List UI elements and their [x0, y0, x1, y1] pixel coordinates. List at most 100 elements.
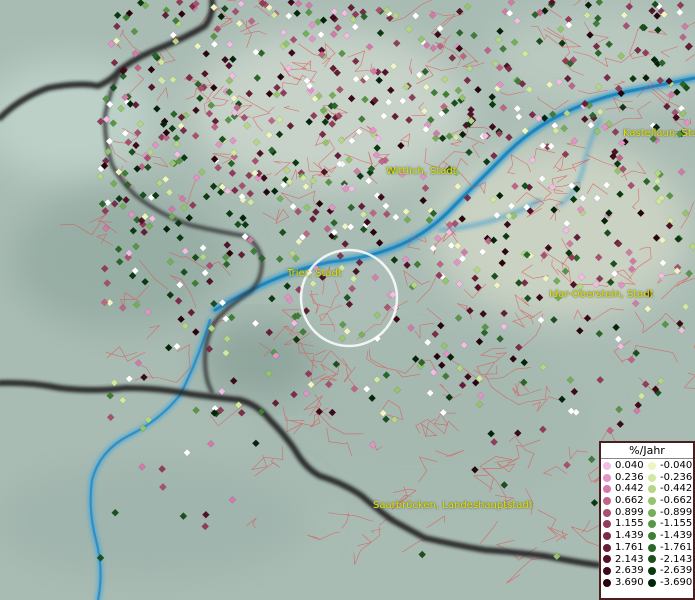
station-marker[interactable] — [596, 376, 605, 384]
station-marker[interactable] — [575, 326, 584, 335]
station-marker[interactable] — [513, 104, 522, 113]
station-marker[interactable] — [185, 73, 194, 82]
station-marker[interactable] — [223, 187, 232, 196]
station-marker[interactable] — [275, 255, 284, 263]
station-marker[interactable] — [246, 198, 255, 207]
station-marker[interactable] — [369, 209, 378, 217]
station-marker[interactable] — [234, 220, 242, 229]
station-marker[interactable] — [175, 0, 184, 6]
station-marker[interactable] — [351, 23, 360, 31]
station-marker[interactable] — [315, 199, 324, 208]
station-marker[interactable] — [121, 169, 129, 178]
station-marker[interactable] — [648, 6, 656, 15]
station-marker[interactable] — [528, 110, 537, 119]
station-marker[interactable] — [262, 188, 271, 196]
station-marker[interactable] — [125, 374, 134, 383]
station-marker[interactable] — [290, 319, 299, 328]
station-marker[interactable] — [455, 28, 464, 37]
place-label-wittlich[interactable]: Wittlich, Stadt — [386, 166, 457, 177]
station-marker[interactable] — [330, 219, 338, 227]
station-marker[interactable] — [418, 550, 427, 559]
station-marker[interactable] — [346, 223, 355, 231]
station-marker[interactable] — [246, 189, 255, 198]
station-marker[interactable] — [172, 140, 181, 149]
station-marker[interactable] — [488, 100, 497, 109]
station-marker[interactable] — [411, 12, 420, 20]
station-marker[interactable] — [294, 0, 303, 8]
station-marker[interactable] — [147, 83, 156, 92]
station-marker[interactable] — [688, 242, 695, 251]
station-marker[interactable] — [402, 207, 410, 216]
station-marker[interactable] — [663, 102, 671, 111]
place-label-kastellaun[interactable]: Kastellaun, Stadt — [623, 128, 695, 139]
place-label-idar-oberstein[interactable]: Idar-Oberstein, Stadt — [549, 289, 654, 300]
station-marker[interactable] — [677, 168, 686, 176]
station-marker[interactable] — [375, 239, 384, 247]
station-marker[interactable] — [247, 17, 256, 26]
station-marker[interactable] — [231, 7, 240, 16]
station-marker[interactable] — [463, 76, 472, 85]
station-marker[interactable] — [109, 179, 118, 188]
station-marker[interactable] — [347, 3, 356, 12]
station-marker[interactable] — [382, 202, 390, 210]
station-marker[interactable] — [463, 2, 472, 11]
station-marker[interactable] — [170, 110, 178, 118]
station-marker[interactable] — [161, 11, 170, 20]
station-marker[interactable] — [483, 46, 492, 55]
station-marker[interactable] — [113, 11, 122, 20]
station-marker[interactable] — [584, 1, 593, 9]
station-marker[interactable] — [303, 203, 311, 212]
station-marker[interactable] — [615, 405, 623, 414]
station-marker[interactable] — [113, 22, 121, 31]
station-marker[interactable] — [173, 150, 182, 159]
station-marker[interactable] — [606, 426, 615, 435]
station-marker[interactable] — [210, 32, 218, 41]
station-marker[interactable] — [177, 10, 186, 18]
station-marker[interactable] — [676, 1, 685, 10]
station-marker[interactable] — [614, 335, 623, 343]
station-marker[interactable] — [164, 343, 173, 352]
place-label-saarbruecken[interactable]: Saarbrücken, Landeshauptstadt — [373, 500, 533, 511]
station-marker[interactable] — [225, 40, 234, 49]
station-marker[interactable] — [661, 320, 670, 329]
station-marker[interactable] — [238, 181, 247, 190]
station-marker[interactable] — [237, 250, 246, 259]
map-layer[interactable] — [0, 0, 695, 600]
station-marker[interactable] — [270, 187, 279, 196]
place-label-trier[interactable]: Trier, Stadt — [287, 268, 342, 279]
station-marker[interactable] — [403, 261, 411, 269]
station-marker[interactable] — [359, 210, 368, 219]
station-marker[interactable] — [616, 342, 625, 351]
station-marker[interactable] — [304, 8, 313, 17]
station-marker[interactable] — [481, 323, 490, 331]
station-marker[interactable] — [587, 455, 596, 464]
station-marker[interactable] — [474, 85, 482, 94]
station-marker[interactable] — [685, 269, 693, 278]
station-marker[interactable] — [227, 313, 236, 322]
station-marker[interactable] — [134, 64, 142, 72]
station-marker[interactable] — [401, 255, 410, 264]
station-marker[interactable] — [507, 0, 516, 6]
station-marker[interactable] — [595, 329, 604, 338]
station-marker[interactable] — [632, 349, 641, 357]
station-marker[interactable] — [534, 114, 543, 123]
station-marker[interactable] — [675, 8, 684, 17]
station-marker[interactable] — [634, 401, 643, 409]
station-marker[interactable] — [681, 302, 690, 311]
station-marker[interactable] — [231, 186, 239, 195]
station-marker[interactable] — [287, 0, 296, 7]
station-marker[interactable] — [500, 322, 508, 331]
station-marker[interactable] — [488, 93, 497, 101]
station-marker[interactable] — [237, 0, 246, 8]
station-marker[interactable] — [587, 121, 595, 130]
station-marker[interactable] — [312, 208, 320, 216]
station-marker[interactable] — [633, 406, 641, 415]
station-marker[interactable] — [436, 321, 445, 330]
station-marker[interactable] — [309, 215, 317, 223]
station-marker[interactable] — [347, 203, 356, 212]
station-marker[interactable] — [178, 194, 187, 203]
station-marker[interactable] — [419, 196, 428, 205]
station-marker[interactable] — [330, 7, 339, 16]
station-marker[interactable] — [305, 1, 313, 10]
station-marker[interactable] — [118, 396, 127, 405]
